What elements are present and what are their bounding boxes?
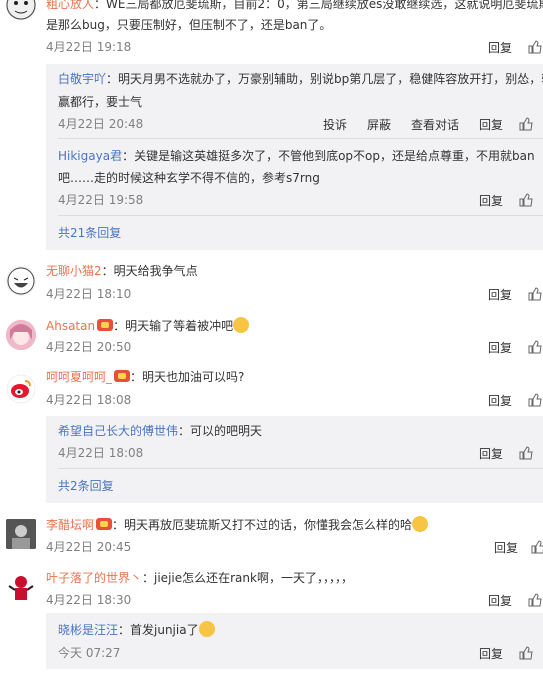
emoji-icon	[233, 317, 250, 333]
like-icon[interactable]	[528, 40, 542, 54]
reply-box: 晓彬是汪汪：首发junjia了 今天 07:27 回复	[46, 613, 543, 669]
avatar[interactable]	[6, 519, 36, 549]
comment-username[interactable]: 李醋坛啊	[46, 518, 94, 532]
comment: 呵呵夏呵呵_ ：明天也加油可以吗? 4月22日 18:08 回复 希望自己长大的傅…	[0, 368, 543, 503]
comment-username[interactable]: Ahsatan	[46, 319, 95, 333]
like-icon[interactable]	[519, 446, 533, 460]
grin-emoji-icon	[412, 516, 429, 532]
comment-text: 叶子落了的世界丶：jiejie怎么还在rank啊，一天了，，，，，	[46, 571, 353, 585]
comment: 无聊小猫2：明天给我争气点 4月22日 18:10 回复	[0, 262, 543, 312]
comment: 李醋坛啊 ：明天再放厄斐琉斯又打不过的话，你懂我会怎么样的哈 4月22日 20:4…	[0, 516, 543, 566]
comment-time: 4月22日 20:45	[46, 540, 132, 554]
comment-text: Ahsatan ：明天输了等着被冲吧	[46, 317, 250, 335]
weibo-logo-icon	[6, 374, 36, 404]
like-icon[interactable]	[519, 646, 533, 660]
like-icon[interactable]	[528, 340, 542, 354]
comment: 粗心放人：WE三局都放厄斐琉斯，目前2：0，第三局继续放es没敢继续选，这就说明…	[0, 0, 543, 250]
photo-avatar-icon	[6, 519, 36, 549]
reply-text: 晓彬是汪汪：首发junjia了	[58, 621, 215, 639]
reply-button[interactable]: 回复	[479, 445, 503, 462]
block-button[interactable]: 屏蔽	[367, 116, 391, 133]
reply-button[interactable]: 回复	[479, 645, 503, 662]
reply-button[interactable]: 回复	[494, 539, 518, 556]
divider	[58, 468, 543, 469]
reply-button[interactable]: 回复	[488, 392, 512, 409]
like-icon[interactable]	[528, 287, 542, 301]
reply-username[interactable]: 晓彬是汪汪	[58, 623, 118, 637]
more-replies-link[interactable]: 共21条回复	[58, 224, 121, 241]
like-icon[interactable]	[531, 540, 543, 554]
crying-emoji-icon	[198, 621, 215, 637]
reply-button[interactable]: 回复	[488, 339, 512, 356]
comment-username[interactable]: 无聊小猫2	[46, 264, 102, 278]
report-button[interactable]: 投诉	[323, 116, 347, 133]
avatar[interactable]	[6, 374, 36, 404]
laughing-face-icon	[7, 267, 35, 295]
comment-username[interactable]: 叶子落了的世界丶	[46, 571, 142, 585]
reply-button[interactable]: 回复	[488, 286, 512, 303]
reply-username[interactable]: Hikigaya君	[58, 149, 122, 163]
avatar[interactable]	[6, 320, 36, 350]
comment-text: 呵呵夏呵呵_ ：明天也加油可以吗?	[46, 370, 245, 384]
comment-username[interactable]: 粗心放人	[46, 0, 94, 11]
comment-time: 4月22日 18:30	[46, 593, 132, 607]
comment-text: 李醋坛啊 ：明天再放厄斐琉斯又打不过的话，你懂我会怎么样的哈	[46, 516, 429, 534]
reply-box: 希望自己长大的傅世伟：可以的吧明天 4月22日 18:08 回复 共2条回复	[46, 416, 543, 503]
reply-text-line2: 吧……走的时候这种玄学不得不信的，参考s7rng	[58, 171, 320, 185]
anime-girl-icon	[6, 320, 36, 350]
comment: 叶子落了的世界丶：jiejie怎么还在rank啊，一天了，，，，， 4月22日 …	[0, 569, 543, 681]
reply-button[interactable]: 回复	[488, 592, 512, 609]
divider	[58, 215, 543, 216]
reply-time: 4月22日 19:58	[58, 193, 144, 207]
reply-username[interactable]: 希望自己长大的傅世伟	[58, 424, 178, 438]
reply-username[interactable]: 白敬宇吖	[58, 72, 106, 86]
reply-text: Hikigaya君：关键是输这英雄挺多次了，不管他到底op不op，还是给点尊重，…	[58, 149, 535, 163]
deadpool-avatar-icon	[6, 572, 36, 602]
vip-badge-icon	[97, 319, 114, 331]
divider	[58, 138, 543, 139]
view-conversation-button[interactable]: 查看对话	[411, 116, 459, 133]
comment-time: 4月22日 18:10	[46, 287, 132, 301]
reply-time: 今天 07:27	[58, 646, 121, 660]
reply-box: 白敬宇吖：明天月男不选就办了，万豪别辅助，别说bp第几层了，稳健阵容放开打，别怂…	[46, 64, 543, 250]
like-icon[interactable]	[519, 193, 533, 207]
reply-text: 白敬宇吖：明天月男不选就办了，万豪别辅助，别说bp第几层了，稳健阵容放开打，别怂…	[58, 72, 543, 86]
comment-text-line2: 是那么bug，只要压制好，但压制不了，还是ban了。	[46, 18, 332, 32]
avatar[interactable]	[6, 572, 36, 602]
like-icon[interactable]	[528, 393, 542, 407]
like-icon[interactable]	[528, 593, 542, 607]
like-icon[interactable]	[519, 117, 533, 131]
more-replies-link[interactable]: 共2条回复	[58, 477, 114, 494]
comment-text: 粗心放人：WE三局都放厄斐琉斯，目前2：0，第三局继续放es没敢继续选，这就说明…	[46, 0, 543, 13]
vip-badge-icon	[114, 370, 131, 382]
reply-button[interactable]: 回复	[479, 116, 503, 133]
avatar[interactable]	[6, 0, 36, 20]
avatar[interactable]	[6, 266, 36, 296]
reply-button[interactable]: 回复	[479, 192, 503, 209]
reply-button[interactable]: 回复	[488, 39, 512, 56]
reply-time: 4月22日 18:08	[58, 446, 144, 460]
reply-text-line2: 赢都行，要士气	[58, 95, 143, 109]
comment-time: 4月22日 20:50	[46, 340, 132, 354]
vip-badge-icon	[96, 518, 113, 530]
reply-text: 希望自己长大的傅世伟：可以的吧明天	[58, 424, 263, 438]
comment-time: 4月22日 19:18	[46, 40, 132, 54]
reply-time: 4月22日 20:48	[58, 117, 144, 131]
meme-face-icon	[6, 0, 36, 20]
comment-username[interactable]: 呵呵夏呵呵_	[46, 370, 112, 384]
comment-time: 4月22日 18:08	[46, 393, 132, 407]
comment-text: 无聊小猫2：明天给我争气点	[46, 264, 198, 278]
comment: Ahsatan ：明天输了等着被冲吧 4月22日 20:50 回复	[0, 315, 543, 365]
